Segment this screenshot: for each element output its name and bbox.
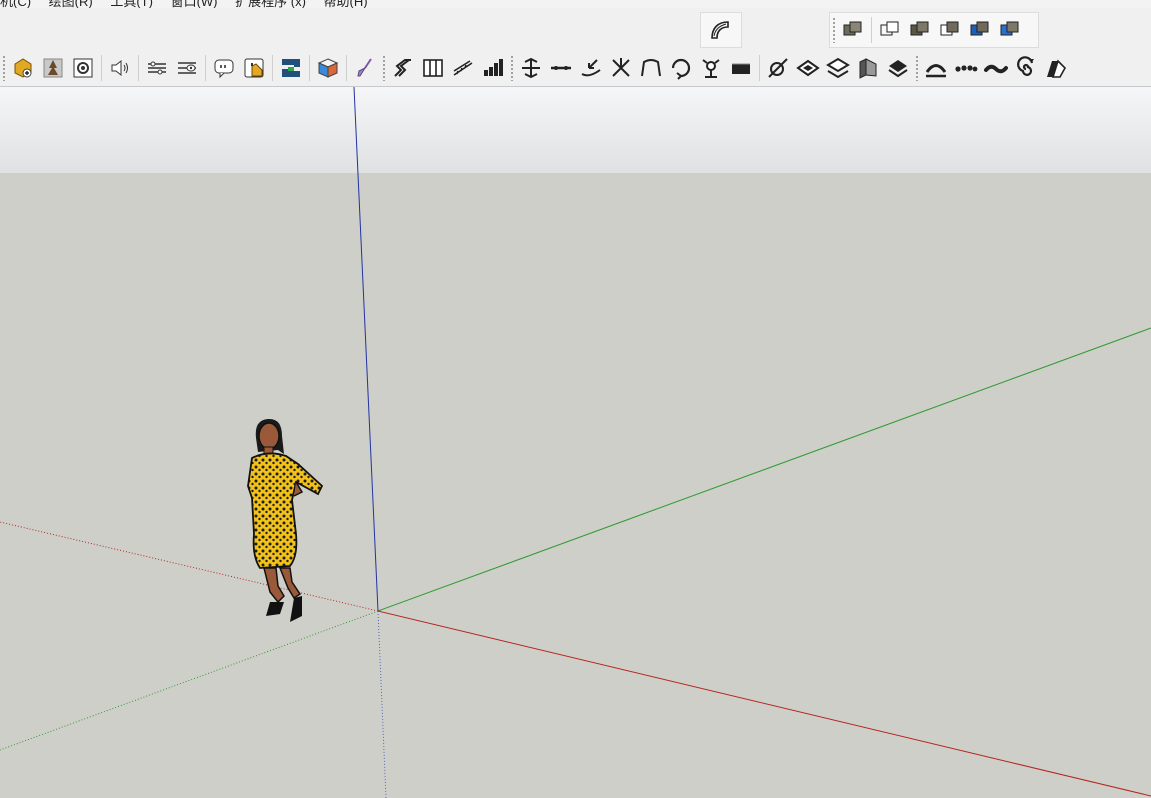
solid-subtract-icon[interactable] [935,14,965,46]
rotate-arrow-icon[interactable] [666,52,696,84]
toolbar-grip[interactable] [382,55,386,81]
separator [272,55,273,81]
extrude-wall-icon[interactable] [853,52,883,84]
info-icon[interactable] [239,52,269,84]
bar-steps-icon[interactable] [478,52,508,84]
extension-settings-icon[interactable] [68,52,98,84]
menu-bar: 机(C) 绘图(R) 工具(T) 窗口(W) 扩展程序 (x) 帮助(H) [0,0,1151,9]
flat-plate-icon[interactable] [726,52,756,84]
toolbar-top [0,8,1151,50]
separator [138,55,139,81]
face-diamond-icon[interactable] [793,52,823,84]
styles-settings-icon[interactable] [142,52,172,84]
separator [205,55,206,81]
solid-outer-shell-icon[interactable] [875,14,905,46]
view-settings-icon[interactable] [172,52,202,84]
solid-tools-toolbar [829,12,1039,48]
toolbar-main [0,50,1151,87]
separator [101,55,102,81]
send-to-layout-cube-icon[interactable] [313,52,343,84]
wave-icon[interactable] [981,52,1011,84]
explode-arrows-icon[interactable] [606,52,636,84]
circle-line-icon[interactable] [763,52,793,84]
fold-faces-icon[interactable] [823,52,853,84]
solid-trim-icon[interactable] [965,14,995,46]
separator [871,17,872,43]
person-scale-figure[interactable] [240,416,330,628]
slope-surface-icon[interactable] [1041,52,1071,84]
solid-union-icon[interactable] [838,14,868,46]
solid-split-icon[interactable] [995,14,1025,46]
3d-warehouse-icon[interactable] [38,52,68,84]
viewport-ground[interactable] [0,173,1151,798]
follow-me-curve-icon[interactable] [701,14,739,46]
solid-intersect-icon[interactable] [905,14,935,46]
toolbar-strip [0,52,1071,84]
distribute-icon[interactable] [546,52,576,84]
arch-icon[interactable] [636,52,666,84]
align-icon[interactable] [516,52,546,84]
arc-bridge-icon[interactable] [921,52,951,84]
toolbar-grip[interactable] [510,55,514,81]
gear-node-icon[interactable] [696,52,726,84]
spiral-icon[interactable] [1011,52,1041,84]
warehouse-add-icon[interactable] [8,52,38,84]
separator [309,55,310,81]
toolbar-grip[interactable] [832,17,836,43]
stair-tool-icon[interactable] [388,52,418,84]
sound-icon[interactable] [105,52,135,84]
chat-icon[interactable] [209,52,239,84]
viewport-sky [0,87,1151,173]
curve-arrow-icon[interactable] [576,52,606,84]
toolbar-grip[interactable] [915,55,919,81]
ramp-icon[interactable] [448,52,478,84]
toolbar-grip[interactable] [2,55,6,81]
roof-diamond-icon[interactable] [883,52,913,84]
beads-icon[interactable] [951,52,981,84]
separator [759,55,760,81]
cleanup-broom-icon[interactable] [350,52,380,84]
column-tool-icon[interactable] [418,52,448,84]
layout-icon[interactable] [276,52,306,84]
separator [346,55,347,81]
follow-me-toolbar [700,12,742,48]
